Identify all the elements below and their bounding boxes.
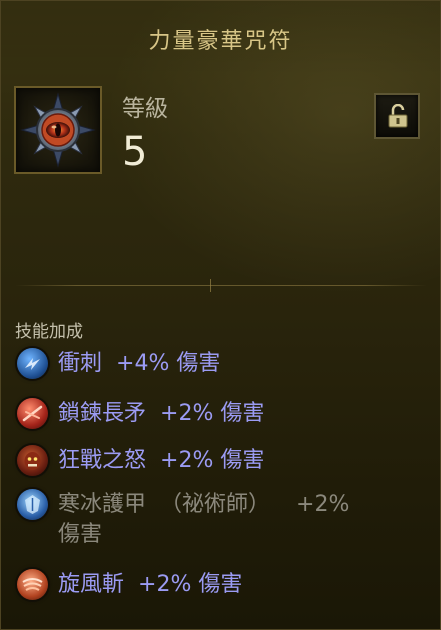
skill-bonus: +2% 傷害 xyxy=(160,401,265,426)
skill-text: 鎖鍊長矛 +2% 傷害 xyxy=(58,398,264,429)
skill-bonus: +4% 傷害 xyxy=(116,351,221,376)
skill-text: 寒冰護甲 （祕術師） +2% xyxy=(58,489,349,520)
skill-bonus: +2% 傷害 xyxy=(160,448,265,473)
skill-bonus: +2% 傷害 xyxy=(138,572,243,597)
skill-name: 旋風斬 xyxy=(58,572,125,597)
charge-icon xyxy=(17,348,48,379)
section-divider xyxy=(15,279,427,292)
gem-icon xyxy=(14,86,102,174)
skill-name: 衝刺 xyxy=(58,351,103,376)
skill-text: 旋風斬 +2% 傷害 xyxy=(58,569,242,600)
skill-name: 狂戰之怒 xyxy=(58,448,147,473)
skill-bonus-wrap: 傷害 xyxy=(58,522,103,547)
item-title: 力量豪華咒符 xyxy=(148,29,293,54)
skill-class-note: （祕術師） xyxy=(160,492,271,517)
berserker-rage-icon xyxy=(17,445,48,476)
whirlwind-icon xyxy=(17,569,48,600)
skill-name: 寒冰護甲 xyxy=(58,492,147,517)
chain-spear-icon xyxy=(17,398,48,429)
skill-name: 鎖鍊長矛 xyxy=(58,401,147,426)
skill-text: 衝刺 +4% 傷害 xyxy=(58,348,220,379)
skill-bonus: +2% xyxy=(296,492,350,517)
unlocked-padlock-icon xyxy=(388,104,408,128)
title-bar: 力量豪華咒符 xyxy=(1,1,440,77)
skill-text: 狂戰之怒 +2% 傷害 xyxy=(58,445,264,476)
item-tooltip: 力量豪華咒符 等級 5 技能加成 衝刺 +4% 傷害 鎖鍊長矛 +2% 傷害 狂… xyxy=(0,0,441,630)
frost-armor-icon xyxy=(17,489,48,520)
skill-bonus-label: 技能加成 xyxy=(15,322,83,342)
level-label: 等級 xyxy=(122,96,168,122)
level-value: 5 xyxy=(122,129,148,175)
lock-button[interactable] xyxy=(374,93,420,139)
